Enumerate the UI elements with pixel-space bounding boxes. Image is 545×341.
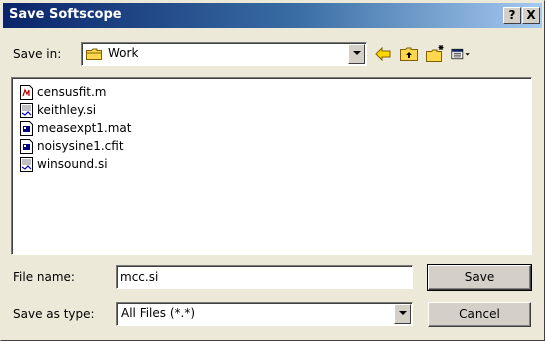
mat-file-icon: [20, 121, 33, 136]
file-name: winsound.si: [37, 157, 108, 171]
up-one-level-icon[interactable]: [398, 44, 420, 64]
save-as-type-dropdown-button[interactable]: [394, 304, 411, 324]
file-name: noisysine1.cfit: [37, 139, 124, 153]
file-name-label: File name:: [13, 270, 75, 284]
create-new-folder-icon[interactable]: [424, 44, 446, 64]
help-button[interactable]: ?: [503, 7, 521, 24]
title-bar[interactable]: Save Softscope ? X: [3, 3, 542, 28]
file-name: censusfit.m: [37, 85, 107, 99]
save-dialog: Save Softscope ? X Save in: Work censusf…: [0, 0, 545, 341]
close-button[interactable]: X: [522, 7, 540, 24]
chevron-down-icon: [399, 311, 407, 315]
cancel-button[interactable]: Cancel: [428, 302, 531, 327]
save-in-label: Save in:: [13, 47, 62, 61]
save-as-type-label: Save as type:: [13, 307, 95, 321]
view-menu-icon[interactable]: [450, 44, 472, 64]
chevron-down-icon: [353, 51, 361, 55]
save-in-dropdown[interactable]: Work: [81, 42, 367, 66]
window-title: Save Softscope: [9, 7, 122, 22]
save-as-type-dropdown[interactable]: All Files (*.*): [116, 302, 413, 326]
save-in-value: Work: [108, 46, 139, 60]
file-name-input[interactable]: [116, 265, 413, 289]
file-name: measexpt1.mat: [37, 121, 132, 135]
m-file-icon: [20, 85, 33, 100]
file-list[interactable]: censusfit.m keithley.si measexpt1.mat no…: [11, 77, 532, 255]
back-arrow-icon[interactable]: [372, 44, 394, 64]
save-button[interactable]: Save: [427, 264, 532, 291]
save-as-type-value: All Files (*.*): [121, 306, 196, 320]
save-in-dropdown-button[interactable]: [348, 44, 365, 64]
folder-icon: [86, 48, 102, 60]
cfit-file-icon: [20, 139, 33, 154]
si-file-icon: [20, 157, 33, 172]
si-file-icon: [20, 103, 33, 118]
file-name: keithley.si: [37, 103, 97, 117]
